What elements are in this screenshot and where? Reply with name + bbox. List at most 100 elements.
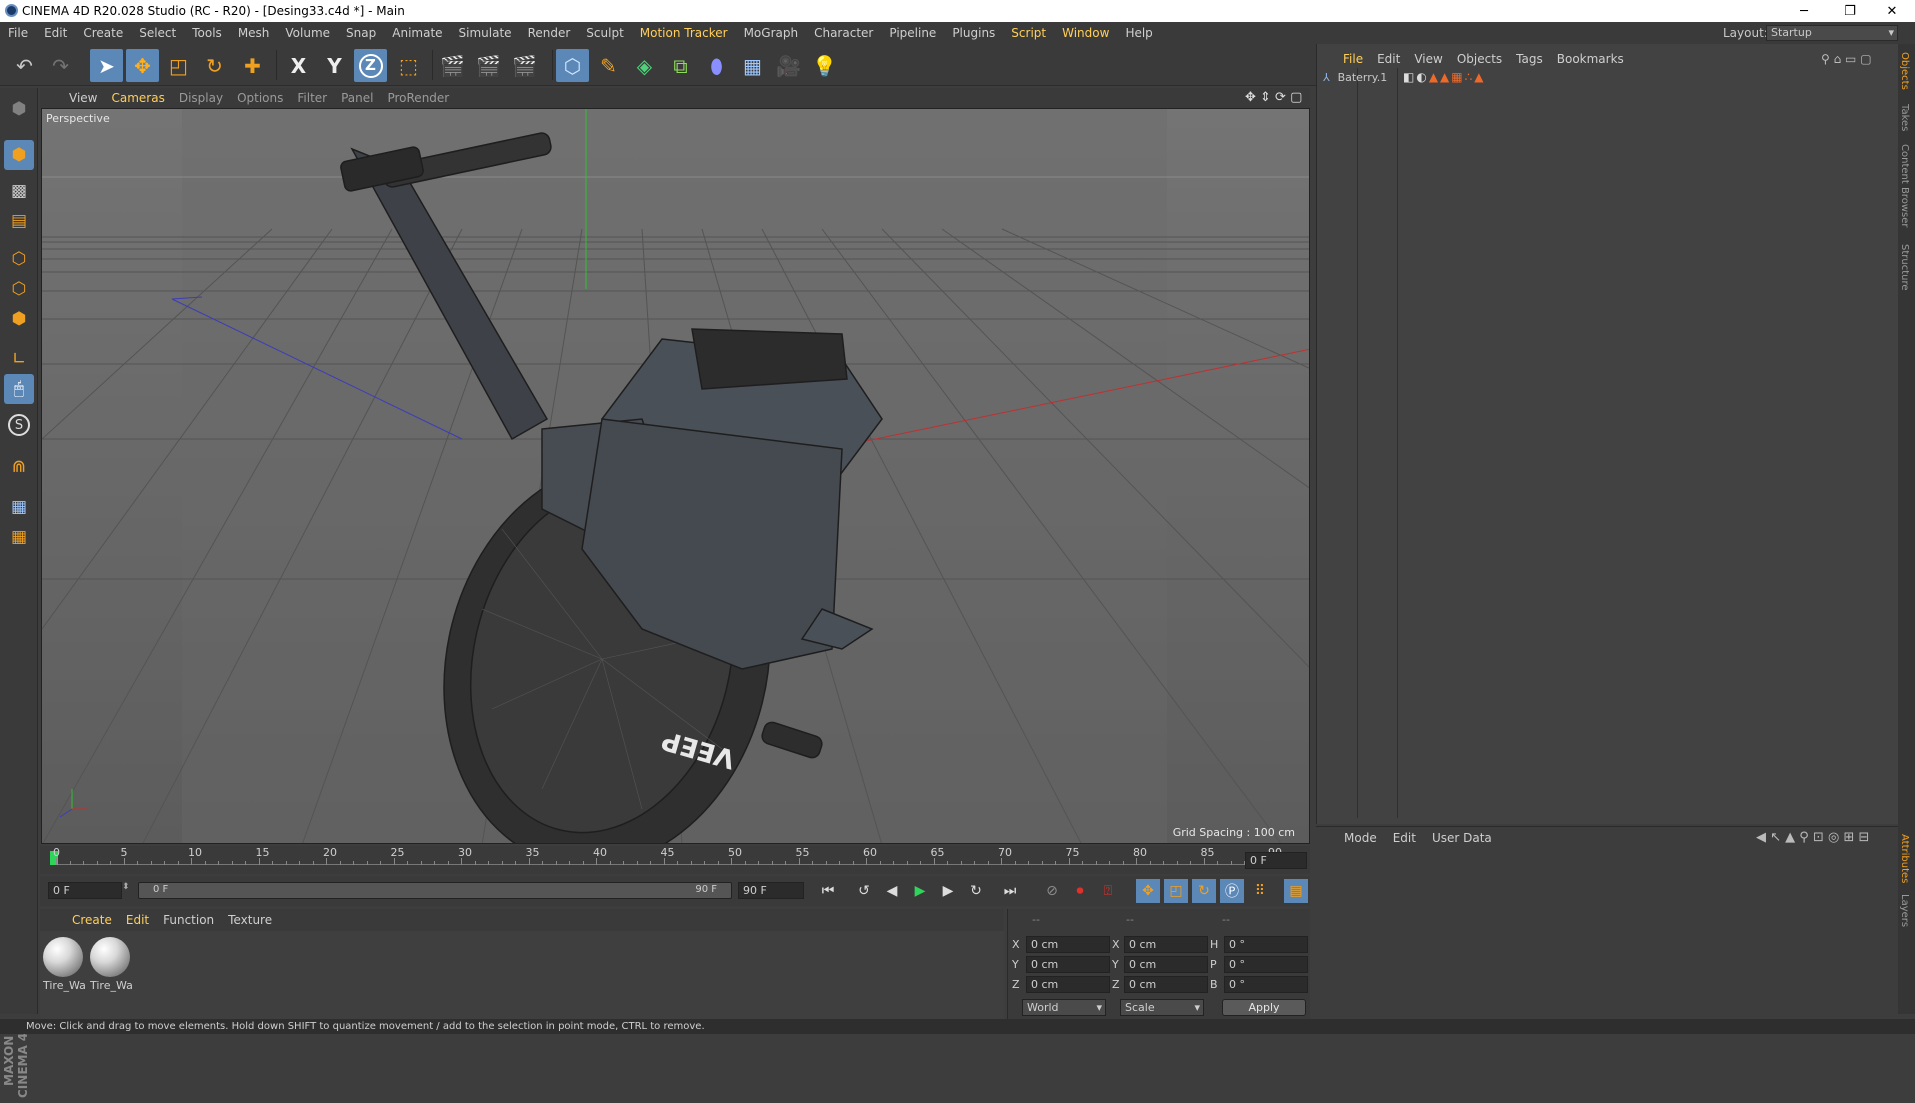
menu-character[interactable]: Character bbox=[806, 26, 881, 40]
menu-mesh[interactable]: Mesh bbox=[230, 26, 278, 40]
objects-menu-view[interactable]: View bbox=[1407, 52, 1449, 66]
add-array-button[interactable]: ⧉ bbox=[664, 49, 697, 82]
menu-render[interactable]: Render bbox=[520, 26, 579, 40]
size-y-field[interactable]: 0 cm bbox=[1124, 956, 1208, 973]
end-frame-field[interactable]: 90 F bbox=[738, 882, 804, 899]
coordinate-space-dropdown[interactable]: World ▾ bbox=[1022, 999, 1106, 1016]
texture-mode-button[interactable]: ▩ bbox=[4, 176, 34, 206]
add-floor-button[interactable]: ▦ bbox=[736, 49, 769, 82]
menu-simulate[interactable]: Simulate bbox=[451, 26, 520, 40]
menu-animate[interactable]: Animate bbox=[384, 26, 450, 40]
position-y-field[interactable]: 0 cm bbox=[1026, 956, 1110, 973]
snapping-button[interactable]: S bbox=[4, 410, 34, 440]
tab-takes[interactable]: Takes bbox=[1899, 104, 1910, 131]
add-generator-button[interactable]: ◈ bbox=[628, 49, 661, 82]
minimize-button[interactable]: ─ bbox=[1781, 0, 1827, 22]
object-row[interactable]: ⅄ Baterry.1 bbox=[1323, 70, 1393, 86]
rotation-p-field[interactable]: 0 ° bbox=[1224, 956, 1308, 973]
attr-menu-mode[interactable]: Mode bbox=[1336, 831, 1385, 845]
planar-workplane-button[interactable]: ▦ bbox=[4, 522, 34, 552]
timeline-ruler[interactable]: 051015202530354045505560657075808590 0 F bbox=[40, 846, 1310, 874]
recent-tool-button[interactable]: ✚ bbox=[236, 49, 269, 82]
apply-button[interactable]: Apply bbox=[1222, 999, 1306, 1016]
y-axis-button[interactable]: Y bbox=[318, 49, 351, 82]
mat-menu-function[interactable]: Function bbox=[156, 913, 221, 927]
record-rotate-button[interactable]: ↻ bbox=[1192, 879, 1216, 903]
menu-plugins[interactable]: Plugins bbox=[944, 26, 1003, 40]
add-deformer-button[interactable]: ⬮ bbox=[700, 49, 733, 82]
menu-pipeline[interactable]: Pipeline bbox=[881, 26, 944, 40]
timeline-window-button[interactable]: ▤ bbox=[1284, 879, 1308, 903]
range-slider[interactable]: 0 F 90 F bbox=[138, 882, 732, 899]
object-tags[interactable]: ◧◐▲▲▦∴▲ bbox=[1403, 70, 1485, 84]
position-x-field[interactable]: 0 cm bbox=[1026, 936, 1110, 953]
position-z-field[interactable]: 0 cm bbox=[1026, 976, 1110, 993]
tab-structure[interactable]: Structure bbox=[1899, 244, 1910, 291]
menu-snap[interactable]: Snap bbox=[338, 26, 384, 40]
restore-button[interactable]: ❐ bbox=[1827, 0, 1873, 22]
menu-motion-tracker[interactable]: Motion Tracker bbox=[632, 26, 736, 40]
next-key-button[interactable]: ↻ bbox=[964, 879, 988, 903]
objects-menu-tags[interactable]: Tags bbox=[1509, 52, 1550, 66]
menu-create[interactable]: Create bbox=[75, 26, 131, 40]
viewport-menu-filter[interactable]: Filter bbox=[290, 91, 334, 105]
attr-menu-edit[interactable]: Edit bbox=[1385, 831, 1424, 845]
play-button[interactable]: ▶ bbox=[908, 879, 932, 903]
attr-nav-icons[interactable]: ◀ ↖ ▲ ⚲ ⊡ ◎ ⊞ ⊟ bbox=[1756, 830, 1869, 845]
menu-file[interactable]: File bbox=[0, 26, 36, 40]
viewport-nav-icons[interactable]: ✥ ⇕ ⟳ ▢ bbox=[1245, 90, 1302, 105]
viewport-menu-view[interactable]: View bbox=[62, 91, 104, 105]
polygons-mode-button[interactable]: ⬢ bbox=[4, 304, 34, 334]
tab-content-browser[interactable]: Content Browser bbox=[1899, 144, 1910, 227]
mat-menu-create[interactable]: Create bbox=[65, 913, 119, 927]
objects-menu-bookmarks[interactable]: Bookmarks bbox=[1550, 52, 1631, 66]
rotate-tool-button[interactable]: ↻ bbox=[198, 49, 231, 82]
points-mode-button[interactable]: ⬡ bbox=[4, 244, 34, 274]
menu-volume[interactable]: Volume bbox=[277, 26, 338, 40]
objects-menu-edit[interactable]: Edit bbox=[1370, 52, 1407, 66]
size-mode-dropdown[interactable]: Scale ▾ bbox=[1120, 999, 1204, 1016]
redo-button[interactable]: ↷ bbox=[44, 49, 77, 82]
mat-menu-texture[interactable]: Texture bbox=[221, 913, 279, 927]
make-editable-button[interactable]: ⬢ bbox=[4, 94, 34, 124]
undo-button[interactable]: ↶ bbox=[8, 49, 41, 82]
viewport-menu-options[interactable]: Options bbox=[230, 91, 290, 105]
render-view-button[interactable]: 🎬 bbox=[436, 49, 469, 82]
size-z-field[interactable]: 0 cm bbox=[1124, 976, 1208, 993]
magnet-button[interactable]: ⋒ bbox=[4, 452, 34, 482]
menu-script[interactable]: Script bbox=[1003, 26, 1054, 40]
viewport-menu-display[interactable]: Display bbox=[172, 91, 230, 105]
tweak-mode-button[interactable]: 🖱 bbox=[4, 374, 34, 404]
model-mode-button[interactable]: ⬢ bbox=[4, 140, 34, 170]
material-swatch[interactable]: Tire_Wa bbox=[43, 937, 86, 997]
go-to-start-button[interactable]: ⏮ bbox=[816, 879, 840, 903]
viewport-menu-cameras[interactable]: Cameras bbox=[104, 91, 171, 105]
objects-menu-file[interactable]: File bbox=[1336, 52, 1370, 66]
coordinate-system-button[interactable]: ⬚ bbox=[392, 49, 425, 82]
record-position-button[interactable]: ⊘ bbox=[1040, 879, 1064, 903]
menu-sculpt[interactable]: Sculpt bbox=[578, 26, 631, 40]
axis-mode-button[interactable]: ∟ bbox=[4, 344, 34, 374]
menu-help[interactable]: Help bbox=[1117, 26, 1160, 40]
menu-select[interactable]: Select bbox=[131, 26, 184, 40]
previous-key-button[interactable]: ↺ bbox=[852, 879, 876, 903]
close-button[interactable]: ✕ bbox=[1869, 0, 1915, 22]
add-light-button[interactable]: 💡 bbox=[808, 49, 841, 82]
render-picture-viewer-button[interactable]: 🎬 bbox=[472, 49, 505, 82]
go-to-end-button[interactable]: ⏭ bbox=[998, 879, 1022, 903]
current-frame-field[interactable]: 0 F bbox=[1245, 852, 1307, 869]
x-axis-button[interactable]: X bbox=[282, 49, 315, 82]
workplane-lock-button[interactable]: ▦ bbox=[4, 492, 34, 522]
record-param-button[interactable]: Ⓟ bbox=[1220, 879, 1244, 903]
scale-tool-button[interactable]: ◰ bbox=[162, 49, 195, 82]
menu-tools[interactable]: Tools bbox=[184, 26, 230, 40]
menu-mograph[interactable]: MoGraph bbox=[736, 26, 807, 40]
attr-menu-user-data[interactable]: User Data bbox=[1424, 831, 1500, 845]
tab-attributes[interactable]: Attributes bbox=[1899, 834, 1910, 883]
add-camera-button[interactable]: 🎥 bbox=[772, 49, 805, 82]
z-axis-button[interactable]: Z bbox=[354, 49, 387, 82]
mat-menu-edit[interactable]: Edit bbox=[119, 913, 156, 927]
live-selection-button[interactable]: ➤ bbox=[90, 49, 123, 82]
viewport-menu-panel[interactable]: Panel bbox=[334, 91, 380, 105]
tab-layers[interactable]: Layers bbox=[1899, 894, 1910, 927]
